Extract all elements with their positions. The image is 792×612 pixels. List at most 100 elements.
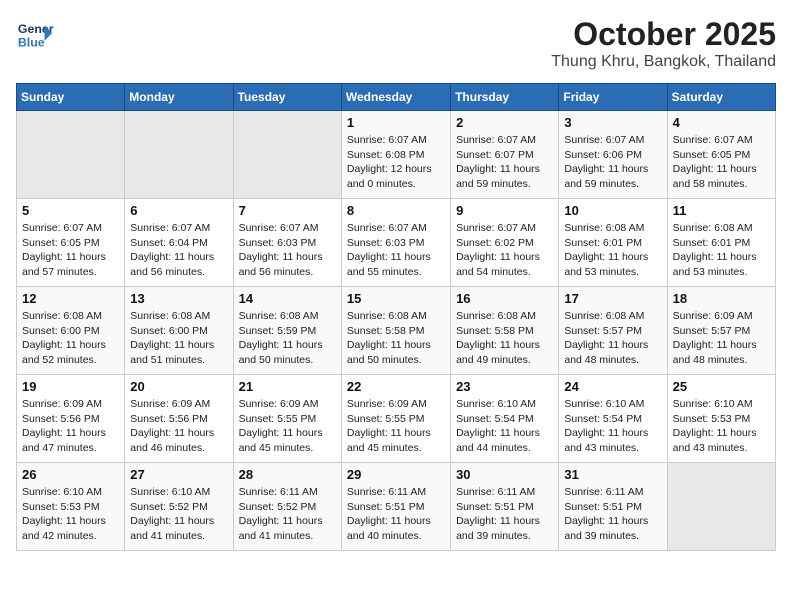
calendar-cell: 5Sunrise: 6:07 AM Sunset: 6:05 PM Daylig… (17, 199, 125, 287)
calendar-cell: 16 Sunrise: 6:08 AM Sunset: 5:58 PM Dayli… (451, 287, 559, 375)
weekday-header-row: SundayMondayTuesdayWednesdayThursdayFrid… (17, 84, 776, 111)
weekday-header-wednesday: Wednesday (341, 84, 450, 111)
calendar-week-4: 19 Sunrise: 6:09 AM Sunset: 5:56 PM Dayli… (17, 375, 776, 463)
day-detail: Sunrise: 6:08 AM Sunset: 6:00 PM Dayligh… (130, 309, 227, 368)
day-detail: Sunrise: 6:07 AM Sunset: 6:03 PM Dayligh… (347, 221, 445, 280)
day-number: 18 (673, 291, 770, 306)
calendar-week-1: 1 Sunrise: 6:07 AM Sunset: 6:08 PM Daylig… (17, 111, 776, 199)
day-detail: Sunrise: 6:07 AM Sunset: 6:08 PM Dayligh… (347, 133, 445, 192)
calendar-cell: 28Sunrise: 6:11 AM Sunset: 5:52 PM Dayli… (233, 463, 341, 551)
day-number: 5 (22, 203, 119, 218)
day-number: 21 (239, 379, 336, 394)
weekday-header-monday: Monday (125, 84, 233, 111)
day-number: 24 (564, 379, 661, 394)
calendar-cell (667, 463, 775, 551)
day-number: 30 (456, 467, 553, 482)
calendar-cell (125, 111, 233, 199)
logo: General Blue (16, 16, 56, 54)
day-detail: Sunrise: 6:08 AM Sunset: 6:00 PM Dayligh… (22, 309, 119, 368)
calendar-cell: 26Sunrise: 6:10 AM Sunset: 5:53 PM Dayli… (17, 463, 125, 551)
calendar-cell: 24 Sunrise: 6:10 AM Sunset: 5:54 PM Dayli… (559, 375, 667, 463)
day-detail: Sunrise: 6:11 AM Sunset: 5:51 PM Dayligh… (347, 485, 445, 544)
calendar-week-3: 12 Sunrise: 6:08 AM Sunset: 6:00 PM Dayli… (17, 287, 776, 375)
calendar-cell: 25Sunrise: 6:10 AM Sunset: 5:53 PM Dayli… (667, 375, 775, 463)
day-number: 17 (564, 291, 661, 306)
day-detail: Sunrise: 6:10 AM Sunset: 5:53 PM Dayligh… (673, 397, 770, 456)
calendar: SundayMondayTuesdayWednesdayThursdayFrid… (16, 83, 776, 551)
day-number: 22 (347, 379, 445, 394)
day-detail: Sunrise: 6:08 AM Sunset: 5:59 PM Dayligh… (239, 309, 336, 368)
logo-icon: General Blue (16, 16, 54, 54)
day-detail: Sunrise: 6:08 AM Sunset: 6:01 PM Dayligh… (673, 221, 770, 280)
calendar-cell (17, 111, 125, 199)
day-detail: Sunrise: 6:10 AM Sunset: 5:54 PM Dayligh… (456, 397, 553, 456)
day-detail: Sunrise: 6:07 AM Sunset: 6:07 PM Dayligh… (456, 133, 553, 192)
calendar-cell: 11 Sunrise: 6:08 AM Sunset: 6:01 PM Dayli… (667, 199, 775, 287)
day-number: 9 (456, 203, 553, 218)
calendar-cell: 14 Sunrise: 6:08 AM Sunset: 5:59 PM Dayli… (233, 287, 341, 375)
day-number: 10 (564, 203, 661, 218)
weekday-header-friday: Friday (559, 84, 667, 111)
day-detail: Sunrise: 6:10 AM Sunset: 5:52 PM Dayligh… (130, 485, 227, 544)
day-number: 20 (130, 379, 227, 394)
calendar-cell: 7Sunrise: 6:07 AM Sunset: 6:03 PM Daylig… (233, 199, 341, 287)
day-detail: Sunrise: 6:09 AM Sunset: 5:55 PM Dayligh… (347, 397, 445, 456)
location-title: Thung Khru, Bangkok, Thailand (551, 53, 776, 71)
day-number: 11 (673, 203, 770, 218)
calendar-cell: 29Sunrise: 6:11 AM Sunset: 5:51 PM Dayli… (341, 463, 450, 551)
svg-text:Blue: Blue (18, 35, 45, 49)
calendar-cell (233, 111, 341, 199)
day-detail: Sunrise: 6:08 AM Sunset: 6:01 PM Dayligh… (564, 221, 661, 280)
day-detail: Sunrise: 6:11 AM Sunset: 5:51 PM Dayligh… (456, 485, 553, 544)
day-detail: Sunrise: 6:08 AM Sunset: 5:57 PM Dayligh… (564, 309, 661, 368)
calendar-week-2: 5Sunrise: 6:07 AM Sunset: 6:05 PM Daylig… (17, 199, 776, 287)
calendar-cell: 19 Sunrise: 6:09 AM Sunset: 5:56 PM Dayli… (17, 375, 125, 463)
day-number: 8 (347, 203, 445, 218)
day-detail: Sunrise: 6:07 AM Sunset: 6:05 PM Dayligh… (673, 133, 770, 192)
day-detail: Sunrise: 6:11 AM Sunset: 5:51 PM Dayligh… (564, 485, 661, 544)
calendar-cell: 18 Sunrise: 6:09 AM Sunset: 5:57 PM Dayli… (667, 287, 775, 375)
title-area: October 2025 Thung Khru, Bangkok, Thaila… (551, 16, 776, 71)
month-title: October 2025 (551, 16, 776, 53)
calendar-cell: 1 Sunrise: 6:07 AM Sunset: 6:08 PM Daylig… (341, 111, 450, 199)
day-detail: Sunrise: 6:07 AM Sunset: 6:03 PM Dayligh… (239, 221, 336, 280)
header: General Blue October 2025 Thung Khru, Ba… (16, 16, 776, 71)
calendar-cell: 22 Sunrise: 6:09 AM Sunset: 5:55 PM Dayli… (341, 375, 450, 463)
calendar-cell: 31Sunrise: 6:11 AM Sunset: 5:51 PM Dayli… (559, 463, 667, 551)
calendar-cell: 21 Sunrise: 6:09 AM Sunset: 5:55 PM Dayli… (233, 375, 341, 463)
day-number: 2 (456, 115, 553, 130)
day-number: 14 (239, 291, 336, 306)
calendar-cell: 13Sunrise: 6:08 AM Sunset: 6:00 PM Dayli… (125, 287, 233, 375)
day-number: 16 (456, 291, 553, 306)
calendar-cell: 4Sunrise: 6:07 AM Sunset: 6:05 PM Daylig… (667, 111, 775, 199)
calendar-cell: 8 Sunrise: 6:07 AM Sunset: 6:03 PM Daylig… (341, 199, 450, 287)
calendar-cell: 10 Sunrise: 6:08 AM Sunset: 6:01 PM Dayli… (559, 199, 667, 287)
calendar-cell: 3Sunrise: 6:07 AM Sunset: 6:06 PM Daylig… (559, 111, 667, 199)
day-detail: Sunrise: 6:07 AM Sunset: 6:06 PM Dayligh… (564, 133, 661, 192)
day-detail: Sunrise: 6:09 AM Sunset: 5:56 PM Dayligh… (22, 397, 119, 456)
calendar-cell: 9Sunrise: 6:07 AM Sunset: 6:02 PM Daylig… (451, 199, 559, 287)
calendar-cell: 12 Sunrise: 6:08 AM Sunset: 6:00 PM Dayli… (17, 287, 125, 375)
day-number: 23 (456, 379, 553, 394)
day-number: 12 (22, 291, 119, 306)
calendar-week-5: 26Sunrise: 6:10 AM Sunset: 5:53 PM Dayli… (17, 463, 776, 551)
day-detail: Sunrise: 6:10 AM Sunset: 5:53 PM Dayligh… (22, 485, 119, 544)
calendar-cell: 6Sunrise: 6:07 AM Sunset: 6:04 PM Daylig… (125, 199, 233, 287)
calendar-cell: 30 Sunrise: 6:11 AM Sunset: 5:51 PM Dayli… (451, 463, 559, 551)
day-number: 27 (130, 467, 227, 482)
day-number: 6 (130, 203, 227, 218)
day-detail: Sunrise: 6:09 AM Sunset: 5:55 PM Dayligh… (239, 397, 336, 456)
calendar-cell: 27 Sunrise: 6:10 AM Sunset: 5:52 PM Dayli… (125, 463, 233, 551)
day-detail: Sunrise: 6:10 AM Sunset: 5:54 PM Dayligh… (564, 397, 661, 456)
calendar-cell: 2 Sunrise: 6:07 AM Sunset: 6:07 PM Daylig… (451, 111, 559, 199)
day-detail: Sunrise: 6:08 AM Sunset: 5:58 PM Dayligh… (456, 309, 553, 368)
calendar-cell: 15Sunrise: 6:08 AM Sunset: 5:58 PM Dayli… (341, 287, 450, 375)
day-number: 15 (347, 291, 445, 306)
day-detail: Sunrise: 6:09 AM Sunset: 5:57 PM Dayligh… (673, 309, 770, 368)
day-number: 28 (239, 467, 336, 482)
weekday-header-tuesday: Tuesday (233, 84, 341, 111)
weekday-header-sunday: Sunday (17, 84, 125, 111)
day-number: 19 (22, 379, 119, 394)
calendar-cell: 17 Sunrise: 6:08 AM Sunset: 5:57 PM Dayli… (559, 287, 667, 375)
day-number: 1 (347, 115, 445, 130)
